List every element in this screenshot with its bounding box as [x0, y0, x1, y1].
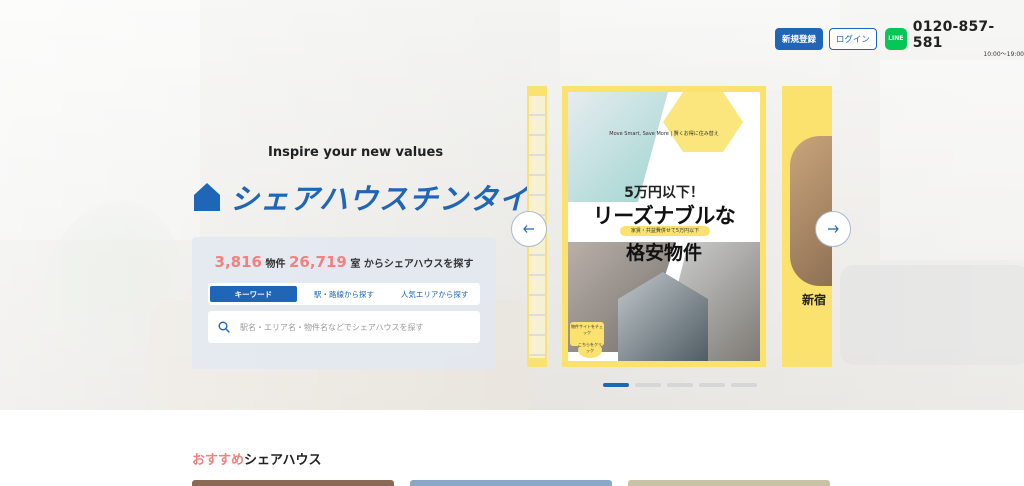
property-stats: 3,816 物件 26,719 室 からシェアハウスを探す — [192, 253, 496, 271]
search-panel: 3,816 物件 26,719 室 からシェアハウスを探す キーワード 駅・路線… — [192, 237, 496, 369]
room-suffix: 室 からシェアハウスを探す — [350, 259, 474, 270]
property-card[interactable] — [628, 480, 830, 486]
phone-hours: 10:00～19:00 — [983, 51, 1024, 58]
login-button[interactable]: ログイン — [828, 27, 877, 50]
tab-station-line[interactable]: 駅・路線から探す — [301, 286, 388, 302]
carousel-next-button[interactable] — [815, 211, 851, 247]
slide-click-badge: こちらをクリック — [578, 342, 602, 358]
house-logo-icon — [194, 183, 220, 211]
carousel-dots — [603, 383, 763, 387]
carousel-dot-1[interactable] — [603, 383, 629, 387]
recommended-section-title: おすすめシェアハウス — [192, 449, 322, 468]
carousel-dot-3[interactable] — [667, 383, 693, 387]
section-title-rest: シェアハウス — [244, 453, 322, 468]
next-slide-text: 新宿 — [802, 293, 827, 307]
carousel-dot-5[interactable] — [731, 383, 757, 387]
carousel-slide-current[interactable]: Move Smart, Save More | 賢くお得に住み替え 5万円以下！… — [562, 86, 766, 367]
carousel-prev-button[interactable] — [511, 211, 547, 247]
site-logo[interactable]: シェアハウスチンタイ — [192, 176, 529, 218]
arrow-right-icon — [828, 225, 839, 233]
tab-popular-area[interactable]: 人気エリアから探す — [391, 286, 478, 302]
arrow-left-icon — [523, 225, 534, 233]
room-count: 26,719 — [288, 253, 347, 271]
search-icon — [218, 321, 230, 333]
line-icon[interactable]: LINE — [884, 27, 907, 50]
slide-headline-3: 格安物件 — [625, 242, 702, 264]
slide-headline-1: 5万円以下！ — [624, 185, 704, 201]
search-input[interactable] — [238, 321, 472, 333]
slide-pill: 家賃・共益費併せて5万円以下 — [620, 226, 710, 236]
banner-carousel: Move Smart, Save More | 賢くお得に住み替え 5万円以下！… — [527, 86, 832, 367]
register-button[interactable]: 新規登録 — [775, 27, 823, 50]
property-card[interactable] — [192, 480, 394, 486]
slide-subtitle: Move Smart, Save More | 賢くお得に住み替え — [609, 131, 719, 137]
property-card[interactable] — [410, 480, 612, 486]
tab-keyword[interactable]: キーワード — [210, 286, 297, 302]
search-box[interactable] — [208, 311, 480, 343]
section-title-highlight: おすすめ — [192, 453, 245, 468]
property-unit: 物件 — [265, 259, 286, 270]
phone-number: 0120-857-581 — [912, 19, 995, 51]
carousel-dot-2[interactable] — [635, 383, 661, 387]
logo-text: シェアハウスチンタイ — [230, 182, 529, 216]
carousel-dot-4[interactable] — [699, 383, 725, 387]
search-tabs: キーワード 駅・路線から探す 人気エリアから探す — [208, 283, 480, 305]
header-actions: 新規登録 ログイン LINE 0120-857-581 10:00～19:00 — [775, 19, 1024, 58]
hero-tagline: Inspire your new values — [268, 145, 444, 160]
property-count: 3,816 — [214, 253, 262, 271]
phone-contact[interactable]: 0120-857-581 10:00～19:00 — [913, 19, 1024, 58]
